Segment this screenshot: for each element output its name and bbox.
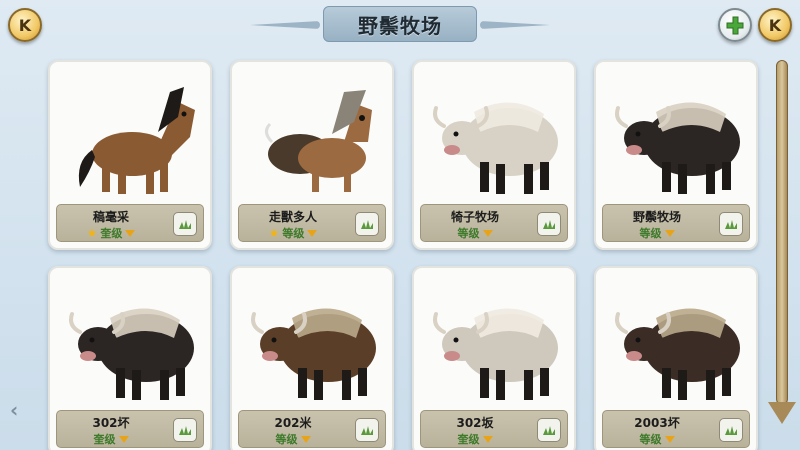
dropdown-triangle-icon[interactable] (482, 229, 493, 237)
grass-glyph (543, 426, 555, 435)
level-row: 等级 (239, 431, 347, 447)
yak-icon (69, 308, 194, 400)
yak-icon (615, 102, 740, 194)
add-button[interactable] (718, 8, 752, 42)
level-row: 奎级 (421, 431, 529, 447)
dropdown-triangle-icon[interactable] (125, 229, 136, 237)
grass-icon[interactable] (719, 212, 743, 236)
yak-icon (615, 308, 740, 400)
animal-card[interactable]: 202米 等级 (230, 266, 394, 450)
card-plate: 202米 等级 (238, 410, 386, 448)
animal-card[interactable]: 犄子牧场 等级 (412, 60, 576, 250)
animal-card[interactable]: 野鬃牧场 等级 (594, 60, 758, 250)
level-row: 奎级 (57, 431, 165, 447)
card-plate: 302坂 奎级 (420, 410, 568, 448)
grass-glyph (361, 426, 373, 435)
grass-glyph (179, 426, 191, 435)
level-label: 等级 (275, 433, 298, 446)
animal-name: 稿毫采 (92, 210, 129, 224)
card-plate: 2003坏 等级 (602, 410, 750, 448)
add-icon (726, 16, 744, 35)
animal-name: 302坏 (92, 416, 130, 430)
banner-wing-right (480, 21, 550, 29)
grass-glyph (725, 220, 737, 229)
level-label: 等级 (282, 227, 305, 240)
back-button[interactable]: K (8, 8, 42, 42)
animal-name: 犄子牧场 (450, 210, 499, 224)
level-label: 奎级 (100, 227, 123, 240)
level-row: 等级 (603, 225, 711, 241)
page-title: 野鬃牧场 (323, 6, 477, 42)
grass-icon[interactable] (173, 418, 197, 442)
animal-card[interactable]: 302坂 奎级 (412, 266, 576, 450)
yak-icon (433, 308, 558, 400)
animal-name: 野鬃牧场 (632, 210, 681, 224)
scrollbar[interactable] (776, 60, 788, 415)
level-label: 奎级 (457, 433, 480, 446)
grass-icon[interactable] (719, 418, 743, 442)
arrow-down-icon[interactable] (768, 402, 796, 424)
level-label: 等级 (457, 227, 480, 240)
animal-card[interactable]: 走獸多人 ★ 等级 (230, 60, 394, 250)
level-row: 等级 (603, 431, 711, 447)
horse-yak-icon (265, 90, 372, 192)
dropdown-triangle-icon[interactable] (664, 435, 675, 443)
scrollbar-thumb[interactable] (776, 60, 788, 405)
dropdown-triangle-icon[interactable] (300, 435, 311, 443)
animal-card[interactable]: 稿毫采 ★ 奎级 (48, 60, 212, 250)
level-label: 等级 (639, 227, 662, 240)
back-icon: K (18, 15, 32, 35)
animal-name: 302坂 (456, 416, 494, 430)
animal-name: 走獸多人 (268, 210, 317, 224)
animal-card[interactable]: 302坏 奎级 (48, 266, 212, 450)
dropdown-triangle-icon[interactable] (482, 435, 493, 443)
grass-glyph (179, 220, 191, 229)
dropdown-triangle-icon[interactable] (664, 229, 675, 237)
animal-card[interactable]: 2003坏 等级 (594, 266, 758, 450)
grass-icon[interactable] (173, 212, 197, 236)
banner-wing-left (250, 21, 320, 29)
title-banner: 野鬃牧场 (250, 4, 550, 44)
animal-grid: 稿毫采 ★ 奎级 走獸多人 ★ 等级 犄子牧场 等级 野鬃牧场 等级 302坏 … (48, 60, 758, 450)
grass-icon[interactable] (355, 418, 379, 442)
yak-icon (433, 102, 558, 194)
grass-icon[interactable] (537, 418, 561, 442)
close-icon: K (768, 15, 782, 35)
grass-icon[interactable] (537, 212, 561, 236)
animal-name: 202米 (274, 416, 312, 430)
grass-glyph (543, 220, 555, 229)
card-plate: 走獸多人 ★ 等级 (238, 204, 386, 242)
card-plate: 302坏 奎级 (56, 410, 204, 448)
card-plate: 稿毫采 ★ 奎级 (56, 204, 204, 242)
level-label: 等级 (639, 433, 662, 446)
chevron-left-icon[interactable]: ‹ (10, 398, 18, 422)
grass-icon[interactable] (355, 212, 379, 236)
card-plate: 犄子牧场 等级 (420, 204, 568, 242)
grass-glyph (725, 426, 737, 435)
yak-icon (251, 308, 376, 400)
close-button[interactable]: K (758, 8, 792, 42)
dropdown-triangle-icon[interactable] (118, 435, 129, 443)
grass-glyph (361, 220, 373, 229)
dropdown-triangle-icon[interactable] (307, 229, 318, 237)
horse-icon (78, 87, 195, 194)
level-label: 奎级 (93, 433, 116, 446)
star-icon: ★ (268, 226, 280, 240)
animal-name: 2003坏 (634, 416, 680, 430)
card-plate: 野鬃牧场 等级 (602, 204, 750, 242)
level-row: ★ 等级 (239, 225, 347, 241)
level-row: ★ 奎级 (57, 225, 165, 241)
star-icon: ★ (86, 226, 98, 240)
level-row: 等级 (421, 225, 529, 241)
